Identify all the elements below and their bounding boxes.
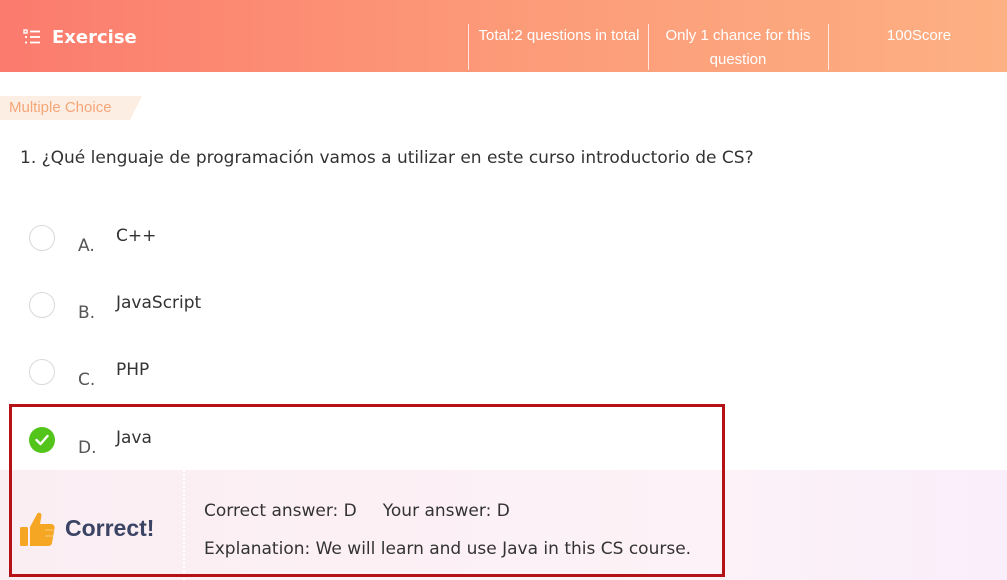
radio-button[interactable] [29, 292, 55, 318]
option-text: C++ [116, 226, 157, 246]
option-text: JavaScript [116, 293, 202, 313]
radio-button[interactable] [29, 359, 55, 385]
option-letter: C. [78, 370, 96, 390]
option-letter: D. [78, 438, 97, 458]
result-label: Correct! [65, 515, 155, 541]
option-text: PHP [116, 360, 150, 380]
header-divider [648, 24, 649, 70]
feedback-divider [183, 470, 185, 580]
option-b[interactable]: B. JavaScript [18, 283, 718, 333]
question-text: 1. ¿Qué lenguaje de programación vamos a… [20, 148, 754, 168]
list-icon [23, 29, 40, 44]
option-a[interactable]: A. C++ [18, 216, 718, 266]
header-divider [828, 24, 829, 70]
question-type-tag: Multiple Choice [0, 96, 142, 120]
score-info: 100Score [886, 27, 952, 44]
option-d[interactable]: D. Java [18, 418, 718, 468]
explanation: Explanation: We will learn and use Java … [204, 539, 692, 559]
question-type-label: Multiple Choice [9, 99, 112, 116]
option-letter: B. [78, 303, 96, 323]
exercise-title: Exercise [22, 24, 137, 50]
chance-info: Only 1 chance for this question [665, 27, 811, 68]
header-divider [468, 24, 469, 70]
checkmark-icon [35, 434, 49, 446]
answer-summary: Correct answer: D Your answer: D [204, 501, 510, 521]
thumbs-up-icon [20, 512, 55, 546]
option-text: Java [116, 428, 152, 448]
answer-feedback-panel: Correct! Correct answer: D Your answer: D… [0, 470, 1007, 580]
option-letter: A. [78, 236, 95, 256]
exercise-header: Exercise Total:2 questions in total Only… [0, 0, 1007, 72]
check-circle-icon[interactable] [29, 427, 55, 453]
your-answer: Your answer: D [382, 501, 510, 521]
correct-answer: Correct answer: D [204, 501, 357, 521]
exercise-title-text: Exercise [52, 26, 137, 48]
total-questions: Total:2 questions in total [478, 27, 640, 44]
option-c[interactable]: C. PHP [18, 350, 718, 400]
radio-button[interactable] [29, 225, 55, 251]
